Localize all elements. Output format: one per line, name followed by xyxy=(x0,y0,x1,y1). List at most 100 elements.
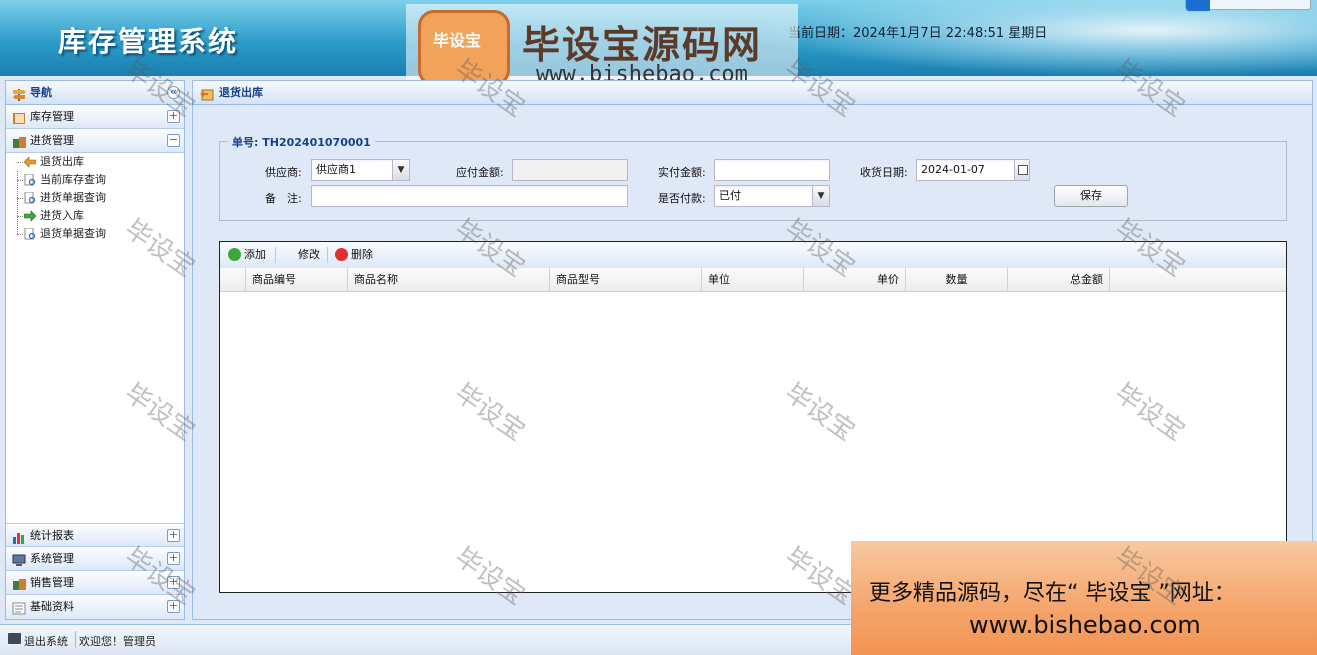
supplier-value: 供应商1 xyxy=(316,163,356,176)
section-inventory-label: 库存管理 xyxy=(30,110,74,123)
receive-date-field[interactable]: 2024-01-07 xyxy=(916,159,1030,181)
section-inventory[interactable]: 库存管理 + xyxy=(6,105,184,129)
top-right-button[interactable] xyxy=(1185,0,1311,11)
save-button[interactable]: 保存 xyxy=(1054,185,1128,207)
payable-field[interactable] xyxy=(512,159,628,181)
top-button-icon xyxy=(1186,0,1210,11)
purchase-icon xyxy=(12,134,27,148)
add-button[interactable]: 添加 xyxy=(228,247,266,263)
expand-icon[interactable]: + xyxy=(167,576,180,589)
navigation-sidebar: 导航 « 库存管理 + 进货管理 − 退货出库 当前库存查询 进货单据查询 进货… xyxy=(5,80,185,620)
column-quantity[interactable]: 数量 xyxy=(906,268,1008,292)
section-reports-label: 统计报表 xyxy=(30,529,74,542)
promo-line-1: 更多精品源码，尽在“ 毕设宝 ”网址： xyxy=(869,581,1236,606)
tree-item-purchase-in[interactable]: 进货入库 xyxy=(6,207,184,225)
section-basic-data-label: 基础资料 xyxy=(30,600,74,613)
column-unit-price[interactable]: 单价 xyxy=(804,268,906,292)
document-search-icon xyxy=(24,191,36,204)
supplier-label: 供应商: xyxy=(265,166,302,179)
promo-line-2: www.bishebao.com xyxy=(969,611,1201,639)
section-purchase[interactable]: 进货管理 − xyxy=(6,129,184,153)
section-sales[interactable]: 销售管理 + xyxy=(6,571,184,595)
grid-toolbar: 添加 修改 删除 xyxy=(220,242,1286,268)
expand-icon[interactable]: + xyxy=(167,552,180,565)
paid-status-value: 已付 xyxy=(719,189,741,202)
edit-button[interactable]: 修改 xyxy=(282,247,320,263)
delete-button[interactable]: 删除 xyxy=(335,247,373,263)
welcome-text: 欢迎您！管理员 xyxy=(79,635,156,648)
tree-item-label: 退货单据查询 xyxy=(40,227,106,240)
tree-item-label: 进货入库 xyxy=(40,209,84,222)
section-system-label: 系统管理 xyxy=(30,552,74,565)
column-product-name[interactable]: 商品名称 xyxy=(348,268,550,292)
column-product-code[interactable]: 商品编号 xyxy=(246,268,348,292)
paid-status-select[interactable]: 已付 ▼ xyxy=(714,185,830,207)
column-unit[interactable]: 单位 xyxy=(702,268,804,292)
chevron-down-icon[interactable]: ▼ xyxy=(812,185,830,207)
section-sales-label: 销售管理 xyxy=(30,576,74,589)
watermark-brand: 毕设宝源码网 xyxy=(522,23,763,67)
expand-icon[interactable]: + xyxy=(167,529,180,542)
page-title: 退货出库 xyxy=(219,86,263,99)
expand-icon[interactable]: + xyxy=(167,110,180,123)
order-form: 单号: TH202401070001 供应商: 供应商1 ▼ 应付金额: 实付金… xyxy=(219,134,1287,221)
receive-date-value: 2024-01-07 xyxy=(921,163,985,176)
book-icon xyxy=(12,110,27,124)
status-separator xyxy=(75,631,76,648)
main-panel-header: 退货出库 xyxy=(193,81,1312,105)
tree-item-label: 进货单据查询 xyxy=(40,191,106,204)
column-total[interactable]: 总金额 xyxy=(1008,268,1110,292)
app-title: 库存管理系统 xyxy=(58,25,239,58)
receive-date-label: 收货日期: xyxy=(860,166,908,179)
section-purchase-label: 进货管理 xyxy=(30,134,74,147)
collapse-icon[interactable]: − xyxy=(167,134,180,147)
bar-chart-icon xyxy=(12,529,27,544)
chevron-down-icon[interactable]: ▼ xyxy=(392,159,410,181)
tree-item-return-query[interactable]: 退货单据查询 xyxy=(6,225,184,243)
tree-branch xyxy=(17,234,23,235)
order-number-legend: 单号: TH202401070001 xyxy=(228,134,375,150)
calendar-icon[interactable] xyxy=(1014,159,1030,181)
tree-item-current-stock[interactable]: 当前库存查询 xyxy=(6,171,184,189)
remark-field[interactable] xyxy=(311,185,628,207)
form-icon xyxy=(12,600,27,615)
column-product-model[interactable]: 商品型号 xyxy=(550,268,702,292)
paid-status-label: 是否付款: xyxy=(658,192,706,205)
sales-icon xyxy=(12,576,27,590)
promo-banner: 更多精品源码，尽在“ 毕设宝 ”网址： www.bishebao.com xyxy=(851,541,1317,655)
order-number-label: 单号: xyxy=(232,136,259,149)
expand-icon[interactable]: + xyxy=(167,600,180,613)
supplier-select[interactable]: 供应商1 ▼ xyxy=(311,159,410,181)
tree-item-return-out[interactable]: 退货出库 xyxy=(6,153,184,171)
actual-paid-field[interactable] xyxy=(714,159,830,181)
collapse-sidebar-button[interactable]: « xyxy=(167,86,180,99)
sidebar-bottom-sections: 统计报表 + 系统管理 + 销售管理 + 基础资料 + xyxy=(6,523,184,619)
toolbar-separator xyxy=(275,247,276,263)
payable-label: 应付金额: xyxy=(456,166,504,179)
computer-icon xyxy=(12,552,27,566)
tree-branch xyxy=(17,198,23,199)
sidebar-header: 导航 « xyxy=(6,81,184,105)
tree-branch xyxy=(17,162,23,163)
document-search-icon xyxy=(24,227,36,240)
section-reports[interactable]: 统计报表 + xyxy=(6,523,184,547)
section-system[interactable]: 系统管理 + xyxy=(6,547,184,571)
in-arrow-icon xyxy=(23,210,37,222)
current-date: 当前日期：2024年1月7日 22:48:51 星期日 xyxy=(788,26,1048,41)
tree-branch xyxy=(17,180,23,181)
tree-item-label: 当前库存查询 xyxy=(40,173,106,186)
grid-header-row: 商品编号 商品名称 商品型号 单位 单价 数量 总金额 xyxy=(220,268,1286,292)
row-number-column xyxy=(220,268,246,292)
document-search-icon xyxy=(24,173,36,186)
tree-branch xyxy=(17,216,23,217)
tree-item-purchase-query[interactable]: 进货单据查询 xyxy=(6,189,184,207)
sidebar-title: 导航 xyxy=(30,86,52,99)
main-panel: 退货出库 单号: TH202401070001 供应商: 供应商1 ▼ 应付金额… xyxy=(192,80,1313,620)
section-basic-data[interactable]: 基础资料 + xyxy=(6,595,184,619)
watermark-badge-text: 毕设宝 xyxy=(433,31,482,50)
add-button-label: 添加 xyxy=(244,248,266,261)
return-arrow-icon xyxy=(23,156,37,168)
add-icon xyxy=(228,248,241,261)
order-number: TH202401070001 xyxy=(262,136,371,149)
logout-link[interactable]: 退出系统 xyxy=(24,633,68,649)
